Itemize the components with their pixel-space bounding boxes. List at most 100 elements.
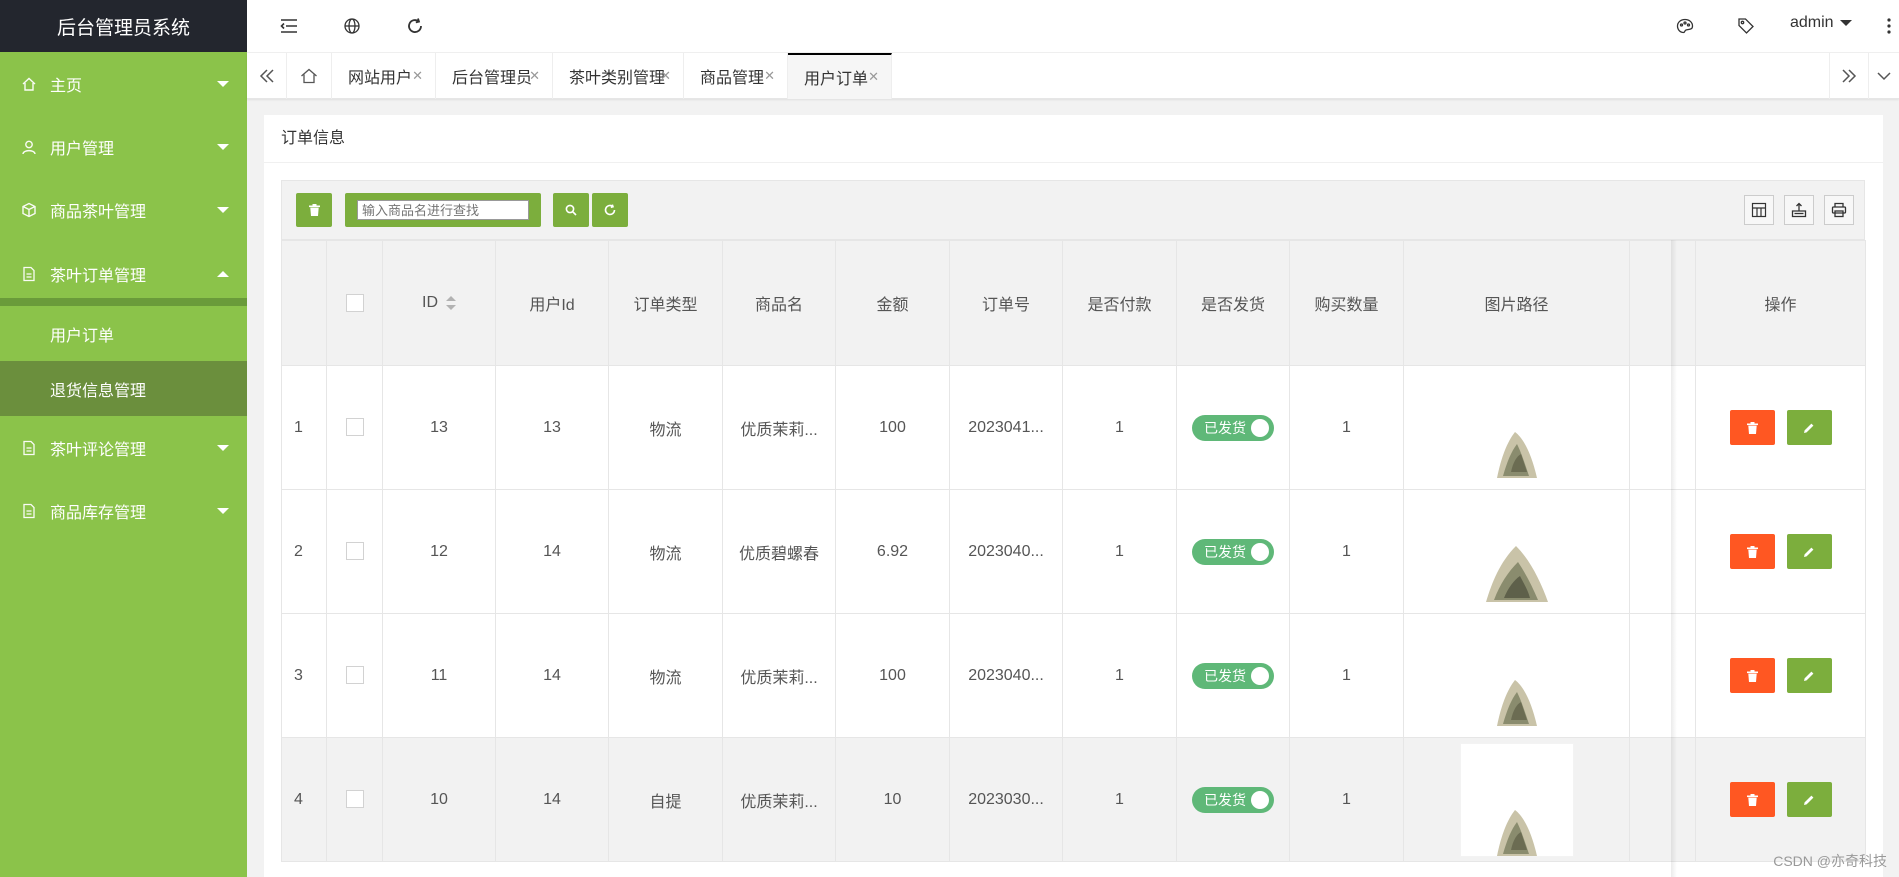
table-row[interactable]: 3 11 14 物流 优质茉莉... 100 2023040... 1 已发货 …	[281, 613, 1866, 738]
close-icon[interactable]: ✕	[868, 69, 879, 85]
caret-down-icon	[217, 143, 229, 150]
cell-product: 优质茉莉...	[722, 737, 836, 862]
cell-amount: 100	[835, 365, 950, 490]
tab-scroll-right-icon[interactable]	[1829, 53, 1869, 99]
table-row[interactable]: 2 12 14 物流 优质碧螺春 6.92 2023040... 1 已发货 1	[281, 489, 1866, 614]
cell-image	[1403, 737, 1630, 862]
delete-button[interactable]	[1729, 782, 1775, 817]
cell-id: 11	[382, 613, 496, 738]
table-row[interactable]: 1 13 13 物流 优质茉莉... 100 2023041... 1 已发货 …	[281, 365, 1866, 490]
refresh-button[interactable]	[592, 193, 628, 227]
sidebar-item-label: 商品库存管理	[50, 504, 147, 522]
tab-scroll-left-icon[interactable]	[247, 53, 287, 99]
tab-goods[interactable]: 商品管理 ✕	[684, 53, 788, 99]
pencil-icon	[1804, 423, 1814, 433]
home-icon	[20, 75, 38, 93]
delete-button[interactable]	[1729, 658, 1775, 693]
col-select-header	[326, 240, 383, 366]
row-checkbox[interactable]	[345, 542, 364, 561]
column-filter-button[interactable]	[1744, 195, 1774, 225]
cell-type: 物流	[608, 489, 723, 614]
sidebar-item-tea-comments[interactable]: 茶叶评论管理	[0, 416, 247, 479]
cell-actions	[1695, 365, 1866, 490]
menu-toggle-icon[interactable]	[277, 14, 301, 38]
cell-blank	[1629, 737, 1696, 862]
edit-button[interactable]	[1786, 534, 1832, 569]
tab-home-icon[interactable]	[287, 53, 332, 99]
sidebar-item-home[interactable]: 主页	[0, 52, 247, 115]
tea-image	[1493, 418, 1541, 478]
cell-qty: 1	[1289, 489, 1404, 614]
cell-amount: 10	[835, 737, 950, 862]
tab-site-users[interactable]: 网站用户 ✕	[332, 53, 436, 99]
col-product-header: 商品名	[722, 240, 836, 366]
export-button[interactable]	[1784, 195, 1814, 225]
cell-blank	[1629, 613, 1696, 738]
print-button[interactable]	[1824, 195, 1854, 225]
caret-down-icon	[217, 444, 229, 451]
sidebar-item-tea-orders[interactable]: 茶叶订单管理	[0, 241, 247, 306]
col-blank-header	[1629, 240, 1696, 366]
select-all-checkbox[interactable]	[345, 293, 364, 312]
row-select	[326, 365, 383, 490]
doc-icon	[20, 502, 38, 520]
sidebar-item-inventory[interactable]: 商品库存管理	[0, 479, 247, 542]
cell-shipped: 已发货	[1176, 365, 1290, 490]
cell-type: 物流	[608, 365, 723, 490]
col-id-header[interactable]: ID	[382, 240, 496, 366]
table-toolbar	[281, 180, 1865, 240]
col-image-header: 图片路径	[1403, 240, 1630, 366]
delete-button[interactable]	[1729, 534, 1775, 569]
edit-button[interactable]	[1786, 658, 1832, 693]
tab-user-orders[interactable]: 用户订单 ✕	[788, 53, 892, 99]
trash-icon	[308, 204, 320, 216]
tab-bar: 网站用户 ✕ 后台管理员 ✕ 茶叶类别管理 ✕ 商品管理 ✕ 用户订单 ✕	[247, 53, 1899, 99]
palette-icon[interactable]	[1673, 14, 1697, 38]
close-icon[interactable]: ✕	[764, 68, 775, 84]
sidebar-item-tea-goods[interactable]: 商品茶叶管理	[0, 178, 247, 241]
row-checkbox[interactable]	[345, 418, 364, 437]
orders-table: ID 用户Id 订单类型 商品名 金额 订单号 是否付款 是否发货 购买数量 图…	[281, 240, 1866, 862]
shipped-switch[interactable]: 已发货	[1192, 414, 1274, 441]
row-select	[326, 613, 383, 738]
edit-button[interactable]	[1786, 410, 1832, 445]
tab-dropdown-icon[interactable]	[1869, 53, 1899, 99]
col-qty-header: 购买数量	[1289, 240, 1404, 366]
sidebar-subitem-returns[interactable]: 退货信息管理	[0, 361, 247, 416]
tab-admins[interactable]: 后台管理员 ✕	[436, 53, 553, 99]
row-index: 2	[281, 489, 327, 614]
sidebar-item-label: 茶叶订单管理	[50, 267, 147, 285]
batch-delete-button[interactable]	[296, 193, 332, 227]
more-vertical-icon[interactable]	[1877, 14, 1899, 38]
search-button[interactable]	[553, 193, 589, 227]
close-icon[interactable]: ✕	[660, 68, 671, 84]
row-select	[326, 737, 383, 862]
cell-order-no: 2023030...	[949, 737, 1063, 862]
refresh-icon[interactable]	[403, 14, 427, 38]
shipped-switch[interactable]: 已发货	[1192, 786, 1274, 813]
edit-button[interactable]	[1786, 782, 1832, 817]
delete-button[interactable]	[1729, 410, 1775, 445]
close-icon[interactable]: ✕	[529, 68, 540, 84]
cell-image	[1403, 365, 1630, 490]
sidebar-item-label: 商品茶叶管理	[50, 203, 147, 221]
cell-userid: 14	[495, 613, 609, 738]
tab-tea-categories[interactable]: 茶叶类别管理 ✕	[553, 53, 684, 99]
user-menu[interactable]: admin	[1790, 14, 1852, 32]
sidebar-item-user-management[interactable]: 用户管理	[0, 115, 247, 178]
card-title: 订单信息	[264, 115, 1883, 163]
search-box	[345, 193, 541, 227]
sidebar-item-label: 主页	[50, 77, 83, 95]
table-row[interactable]: 4 10 14 自提 优质茉莉... 10 2023030... 1 已发货 1	[281, 737, 1866, 862]
shipped-switch[interactable]: 已发货	[1192, 662, 1274, 689]
search-input[interactable]	[357, 200, 529, 220]
tag-icon[interactable]	[1734, 14, 1758, 38]
sort-icon[interactable]	[446, 295, 456, 310]
row-index: 3	[281, 613, 327, 738]
close-icon[interactable]: ✕	[412, 68, 423, 84]
sidebar-subitem-user-orders[interactable]: 用户订单	[0, 306, 247, 361]
row-checkbox[interactable]	[345, 790, 364, 809]
globe-icon[interactable]	[340, 14, 364, 38]
row-checkbox[interactable]	[345, 666, 364, 685]
shipped-switch[interactable]: 已发货	[1192, 538, 1274, 565]
